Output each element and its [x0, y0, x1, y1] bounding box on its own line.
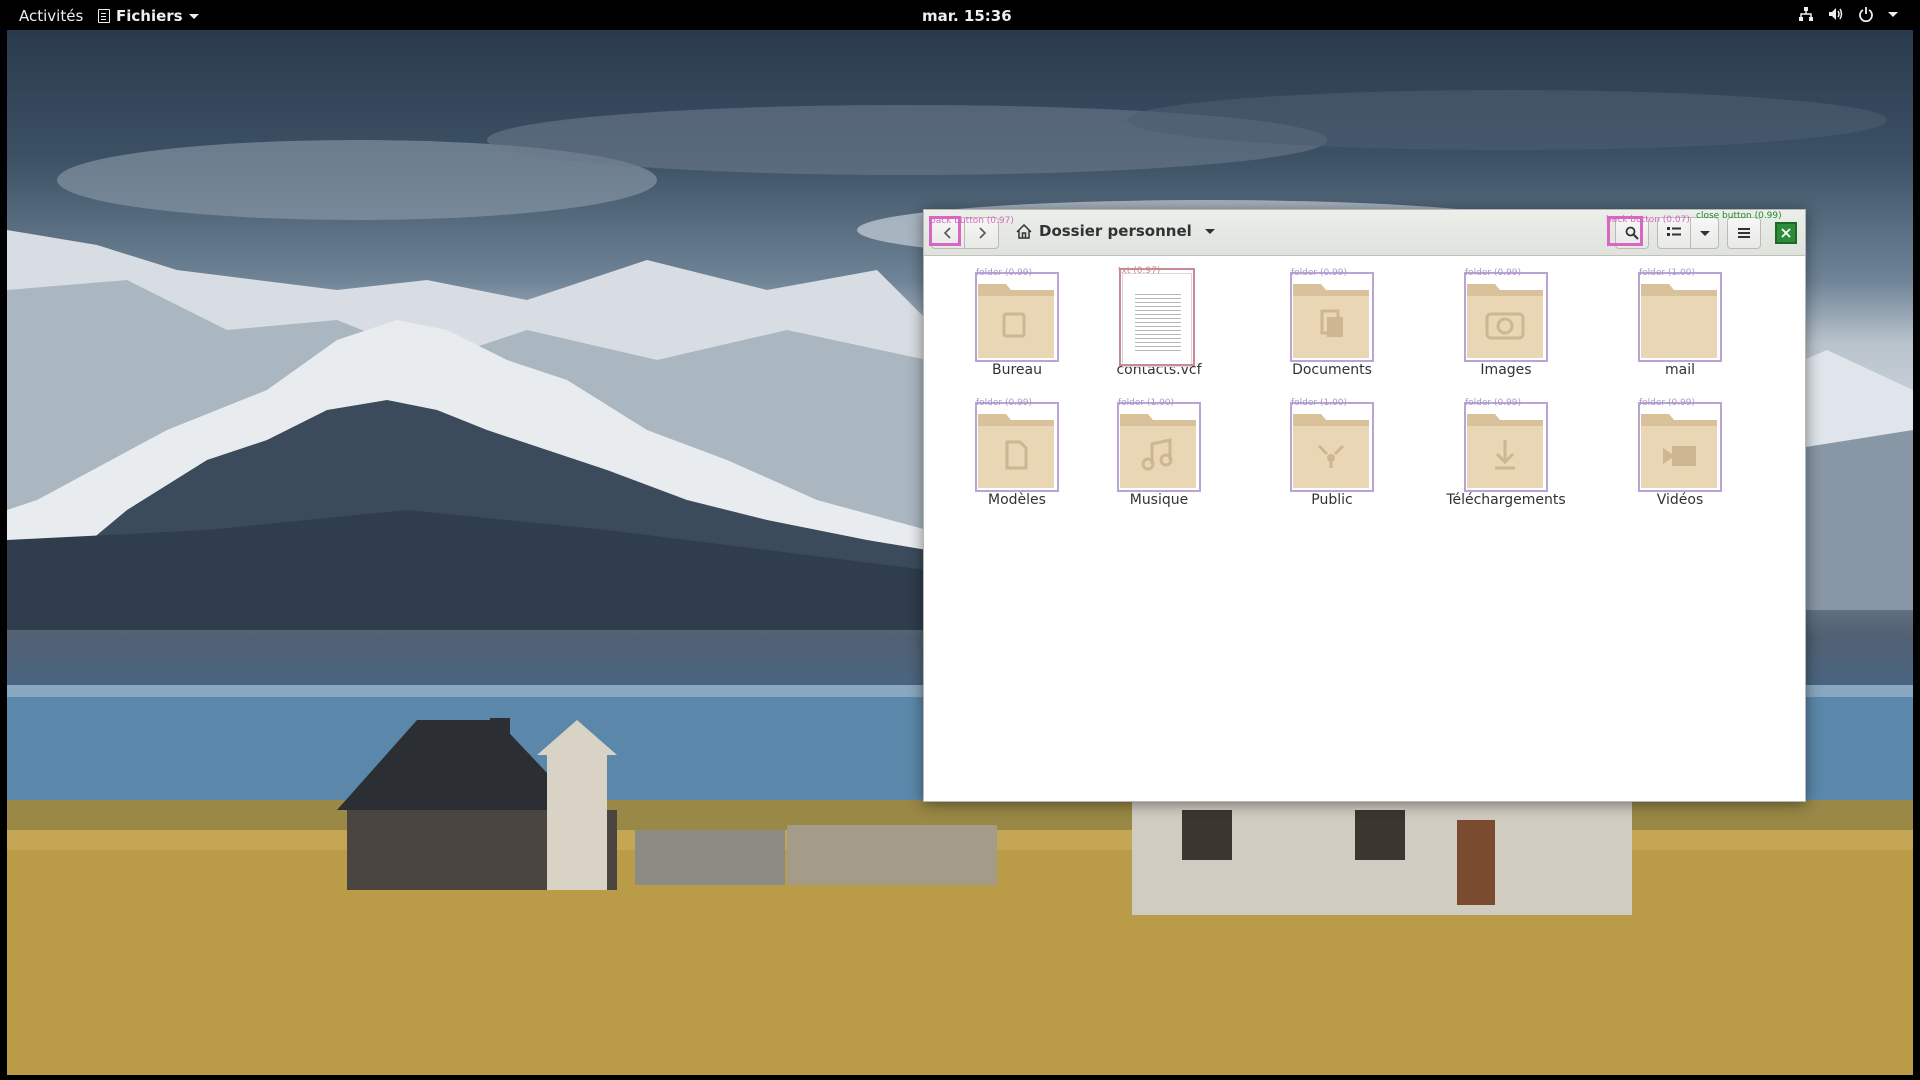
folder-icon: folder (0.99): [975, 268, 1059, 362]
annotation-label: txt (0.97): [1118, 266, 1161, 276]
list-view-icon: [1667, 227, 1681, 236]
volume-icon: [1828, 6, 1844, 22]
annotation-label: folder (0.99): [1465, 268, 1522, 278]
search-button-annotation-label: back button (0.07): [1606, 215, 1690, 225]
annotation-label: folder (0.99): [976, 398, 1033, 408]
home-icon: [1016, 223, 1032, 239]
file-item-telechargements[interactable]: folder (0.99) Téléchargements: [1431, 398, 1581, 508]
file-name: Bureau: [992, 362, 1042, 378]
file-name: Téléchargements: [1446, 492, 1566, 508]
file-item-musique[interactable]: folder (1.00) Musique: [1084, 398, 1234, 508]
close-button-annotation-label: close button (0.99): [1696, 211, 1782, 221]
annotation-label: folder (0.99): [1639, 398, 1696, 408]
folder-icon: folder (1.00): [1117, 398, 1201, 492]
close-icon: [1781, 228, 1791, 238]
file-item-images[interactable]: folder (0.99) Images: [1431, 268, 1581, 378]
file-item-contacts-vcf[interactable]: txt (0.97) contacts.vcf: [1084, 266, 1234, 378]
folder-icon: folder (1.00): [1638, 268, 1722, 362]
header-bar: Dossier personnel back button (0.97) bac…: [924, 210, 1805, 256]
hamburger-menu-icon: [1738, 228, 1750, 238]
annotation-box: [1290, 272, 1374, 362]
file-name: Documents: [1292, 362, 1372, 378]
menu-button[interactable]: [1727, 217, 1761, 249]
annotation-label: folder (1.00): [1118, 398, 1175, 408]
annotation-box: [1290, 402, 1374, 492]
file-item-videos[interactable]: folder (0.99) Vidéos: [1605, 398, 1755, 508]
annotation-box: [1117, 402, 1201, 492]
annotation-box: [1119, 268, 1195, 366]
location-label: Dossier personnel: [1039, 222, 1192, 240]
file-name: Public: [1311, 492, 1353, 508]
file-name: mail: [1665, 362, 1695, 378]
text-file-icon: txt (0.97): [1117, 266, 1201, 367]
app-menu-button[interactable]: Fichiers: [98, 7, 199, 25]
file-name: Images: [1480, 362, 1532, 378]
annotation-box: [1464, 272, 1548, 362]
file-item-documents[interactable]: folder (0.99) Documents: [1257, 268, 1407, 378]
annotation-box: [1638, 402, 1722, 492]
file-item-modeles[interactable]: folder (0.99) Modèles: [942, 398, 1092, 508]
power-icon: [1858, 6, 1874, 22]
file-item-public[interactable]: folder (1.00) Public: [1257, 398, 1407, 508]
files-app-icon: [98, 9, 110, 23]
back-button-annotation-label: back button (0.97): [930, 216, 1014, 226]
clock[interactable]: mar. 15:36: [922, 7, 1012, 25]
annotation-label: folder (0.99): [1291, 268, 1348, 278]
file-manager-window: Dossier personnel back button (0.97) bac…: [923, 209, 1806, 802]
app-menu-label: Fichiers: [116, 7, 183, 25]
chevron-down-icon: [1888, 11, 1898, 17]
folder-icon: folder (0.99): [1464, 398, 1548, 492]
location-path-button[interactable]: Dossier personnel: [1016, 222, 1215, 240]
network-icon: [1798, 6, 1814, 22]
folder-icon: folder (0.99): [975, 398, 1059, 492]
file-name: Modèles: [988, 492, 1046, 508]
folder-icon: folder (0.99): [1464, 268, 1548, 362]
annotation-label: folder (1.00): [1291, 398, 1348, 408]
annotation-label: folder (0.99): [976, 268, 1033, 278]
chevron-down-icon: [1204, 228, 1215, 234]
file-name: Vidéos: [1656, 492, 1704, 508]
system-status-menu[interactable]: [1798, 6, 1898, 22]
folder-icon: folder (0.99): [1290, 268, 1374, 362]
file-name: Musique: [1129, 492, 1189, 508]
annotation-box: [1464, 402, 1548, 492]
top-bar: Activités Fichiers mar. 15:36: [0, 0, 1920, 30]
folder-icon: folder (0.99): [1638, 398, 1722, 492]
close-button[interactable]: [1775, 222, 1797, 244]
view-options-button[interactable]: [1691, 217, 1719, 249]
activities-button[interactable]: Activités: [19, 7, 83, 25]
chevron-right-icon: [978, 227, 986, 239]
annotation-box: [975, 272, 1059, 362]
chevron-down-icon: [188, 13, 199, 19]
annotation-label: folder (0.99): [1465, 398, 1522, 408]
folder-icon: folder (1.00): [1290, 398, 1374, 492]
annotation-box: [975, 402, 1059, 492]
annotation-box: [1638, 272, 1722, 362]
file-item-bureau[interactable]: folder (0.99) Bureau: [942, 268, 1092, 378]
file-item-mail[interactable]: folder (1.00) mail: [1605, 268, 1755, 378]
annotation-label: folder (1.00): [1639, 268, 1696, 278]
chevron-down-icon: [1699, 230, 1710, 236]
